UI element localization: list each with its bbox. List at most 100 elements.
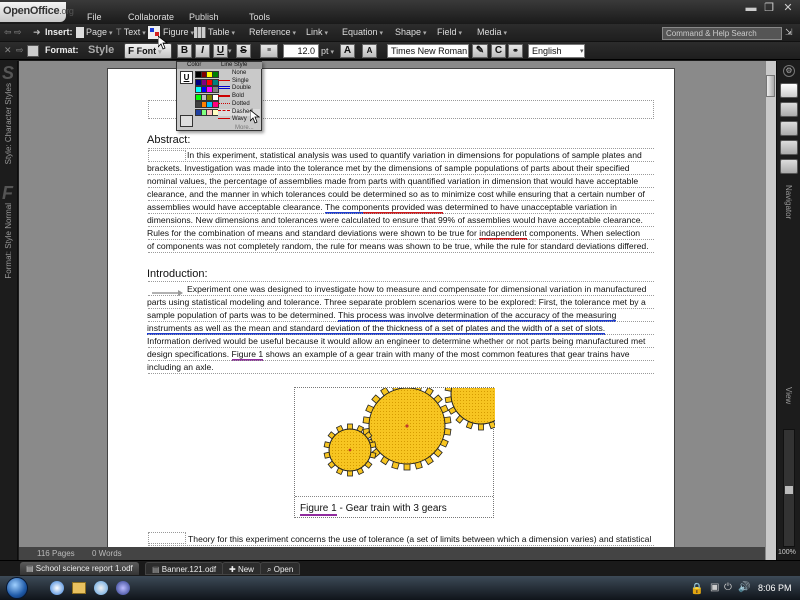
custom-color-icon[interactable] bbox=[180, 115, 193, 127]
char-styles-label[interactable]: Style: Character Styles bbox=[4, 83, 13, 164]
shrink-font-button[interactable]: A bbox=[362, 44, 377, 58]
figure-frame[interactable]: Figure 1 - Gear train with 3 gears bbox=[294, 357, 518, 518]
abstract-line[interactable]: nominal values, the percentage of assemb… bbox=[147, 176, 638, 186]
intro-line[interactable]: sample population of parts was to be det… bbox=[147, 310, 617, 322]
style-tab[interactable]: Style bbox=[88, 44, 114, 56]
zoom-slider[interactable] bbox=[783, 429, 795, 547]
line-style-none[interactable]: None bbox=[218, 70, 260, 77]
menu-collaborate[interactable]: Collaborate bbox=[128, 12, 174, 22]
vertical-scrollbar[interactable] bbox=[765, 61, 776, 561]
insert-text-button[interactable]: T Text ▾ bbox=[116, 27, 146, 37]
insert-reference-button[interactable]: Reference ▾ bbox=[249, 27, 296, 37]
line-style-single[interactable]: Single bbox=[218, 78, 260, 85]
menu-publish[interactable]: Publish bbox=[189, 12, 219, 22]
line-style-bold[interactable]: Bold bbox=[218, 93, 260, 100]
insert-link-button[interactable]: Link ▾ bbox=[306, 27, 328, 37]
abstract-line-text: of components was not completely random,… bbox=[147, 241, 649, 251]
abstract-line[interactable]: dimensions. New dimensions and tolerance… bbox=[147, 215, 643, 225]
close-format-icon[interactable]: ✕ bbox=[4, 45, 12, 56]
line-style-dotted[interactable]: Dotted bbox=[218, 101, 260, 108]
back-arrow-icon[interactable]: ⇦ ⇨ bbox=[4, 27, 22, 38]
tab-open[interactable]: ⌕ Open bbox=[260, 562, 301, 575]
power-icon[interactable]: ⏻ bbox=[724, 582, 732, 593]
view-label[interactable]: View bbox=[784, 387, 793, 404]
zoom-slider-handle[interactable] bbox=[785, 486, 793, 494]
intro-line[interactable]: Information derived would be useful beca… bbox=[147, 336, 645, 346]
c-button[interactable]: C bbox=[491, 44, 506, 58]
bold-button[interactable]: B bbox=[177, 44, 192, 58]
intro-line[interactable]: including an axle. bbox=[147, 362, 214, 372]
command-search-input[interactable]: Command & Help Search bbox=[662, 27, 782, 40]
intro-line[interactable]: design specifications. Figure 1 shows an… bbox=[147, 349, 630, 361]
language-select[interactable]: English bbox=[528, 44, 585, 58]
theory-line[interactable]: Theory for this experiment concerns the … bbox=[188, 534, 651, 544]
format-style-label[interactable]: Format: Style Normal bbox=[4, 203, 13, 279]
status-bar: 116 Pages 0 Words bbox=[19, 547, 765, 560]
folder-icon[interactable] bbox=[72, 582, 86, 594]
strike-button[interactable]: S bbox=[236, 44, 251, 58]
format-sidebar-icon[interactable]: F bbox=[2, 183, 13, 204]
insert-page-button[interactable]: Page ▾ bbox=[76, 27, 113, 39]
abstract-line[interactable]: of components was not completely random,… bbox=[147, 241, 649, 251]
align-justify-icon[interactable] bbox=[780, 102, 798, 117]
abstract-line[interactable]: clearance, and the manner in which toler… bbox=[147, 189, 645, 199]
volume-icon[interactable]: 🔊 bbox=[738, 582, 750, 593]
intro-line[interactable]: Experiment one was designed to investiga… bbox=[187, 284, 646, 294]
more-link[interactable]: More... bbox=[235, 125, 254, 131]
settings-icon[interactable]: ⚙ bbox=[783, 65, 795, 77]
font-name-input[interactable]: Times New Roman bbox=[387, 44, 469, 58]
font-size-input[interactable]: 12.0 bbox=[283, 44, 319, 58]
link-format-icon[interactable]: ⚭ bbox=[508, 44, 523, 58]
font-picker-icon[interactable]: ✎ bbox=[472, 44, 488, 58]
insert-media-button[interactable]: Media ▾ bbox=[477, 27, 507, 37]
line-style-double[interactable]: Double bbox=[218, 85, 260, 92]
line-style-label: Bold bbox=[232, 93, 245, 100]
intro-line[interactable]: instruments as well as the mean and stan… bbox=[147, 323, 606, 335]
network-icon[interactable]: ▣ bbox=[710, 582, 719, 593]
intro-line[interactable]: parts using statistical modeling and tol… bbox=[147, 297, 646, 307]
gallery-icon[interactable] bbox=[780, 159, 798, 174]
app-icon[interactable] bbox=[116, 581, 130, 595]
table-view-icon[interactable] bbox=[780, 140, 798, 155]
expand-icon[interactable]: ⇲ bbox=[785, 27, 793, 38]
close-icon[interactable]: ✕ bbox=[781, 2, 795, 14]
vertical-scrollbar-thumb[interactable] bbox=[766, 75, 775, 97]
text-baseline bbox=[148, 373, 654, 374]
app-logo: OpenOffice.org bbox=[0, 2, 74, 22]
menu-tools[interactable]: Tools bbox=[249, 12, 270, 22]
media-player-icon[interactable] bbox=[94, 581, 108, 595]
grow-font-button[interactable]: A bbox=[340, 44, 355, 58]
gear-train-image[interactable] bbox=[295, 357, 518, 496]
minimize-icon[interactable]: ▬ bbox=[744, 2, 758, 14]
navigator-label[interactable]: Navigator bbox=[784, 185, 793, 219]
align-center-icon[interactable] bbox=[780, 121, 798, 136]
browser-icon[interactable] bbox=[50, 581, 64, 595]
insert-field-button[interactable]: Field ▾ bbox=[437, 27, 462, 37]
underline-button[interactable]: U bbox=[213, 44, 228, 58]
insert-equation-button[interactable]: Equation ▾ bbox=[342, 27, 383, 37]
style-sidebar-icon[interactable]: S bbox=[2, 63, 14, 84]
clock[interactable]: 8:06 PM bbox=[758, 583, 792, 593]
insert-table-button[interactable]: Table ▾ bbox=[194, 27, 235, 39]
menu-file[interactable]: File bbox=[87, 12, 102, 22]
format-paint-icon[interactable] bbox=[27, 45, 39, 57]
maximize-icon[interactable]: ❐ bbox=[762, 2, 776, 14]
highlight-button[interactable]: ≡ bbox=[260, 44, 278, 58]
align-left-icon[interactable] bbox=[780, 83, 798, 98]
tab-school-report[interactable]: ▤ School science report 1.odf bbox=[20, 562, 139, 575]
abstract-line[interactable]: Rules for the combination of means and s… bbox=[147, 228, 640, 240]
lock-icon[interactable]: 🔒 bbox=[690, 582, 704, 595]
line-style-preview bbox=[218, 102, 230, 104]
start-button[interactable] bbox=[6, 577, 28, 599]
tab-banner[interactable]: ▤ Banner.121.odf bbox=[145, 562, 224, 575]
auto-color-button[interactable]: U bbox=[180, 71, 193, 84]
abstract-line[interactable]: assemblies would have acceptable clearan… bbox=[147, 202, 617, 214]
tab-new[interactable]: ✚ New bbox=[222, 562, 261, 575]
abstract-line[interactable]: brackets. Investigation was made into th… bbox=[147, 163, 630, 173]
underline-dropdown-icon[interactable]: ▾ bbox=[228, 47, 232, 55]
italic-button[interactable]: I bbox=[195, 44, 210, 58]
language-dropdown-icon[interactable]: ▾ bbox=[580, 47, 584, 55]
abstract-line[interactable]: In this experiment, statistical analysis… bbox=[187, 150, 642, 160]
figure-caption[interactable]: Figure 1 - Gear train with 3 gears bbox=[300, 503, 447, 516]
insert-shape-button[interactable]: Shape ▾ bbox=[395, 27, 427, 37]
